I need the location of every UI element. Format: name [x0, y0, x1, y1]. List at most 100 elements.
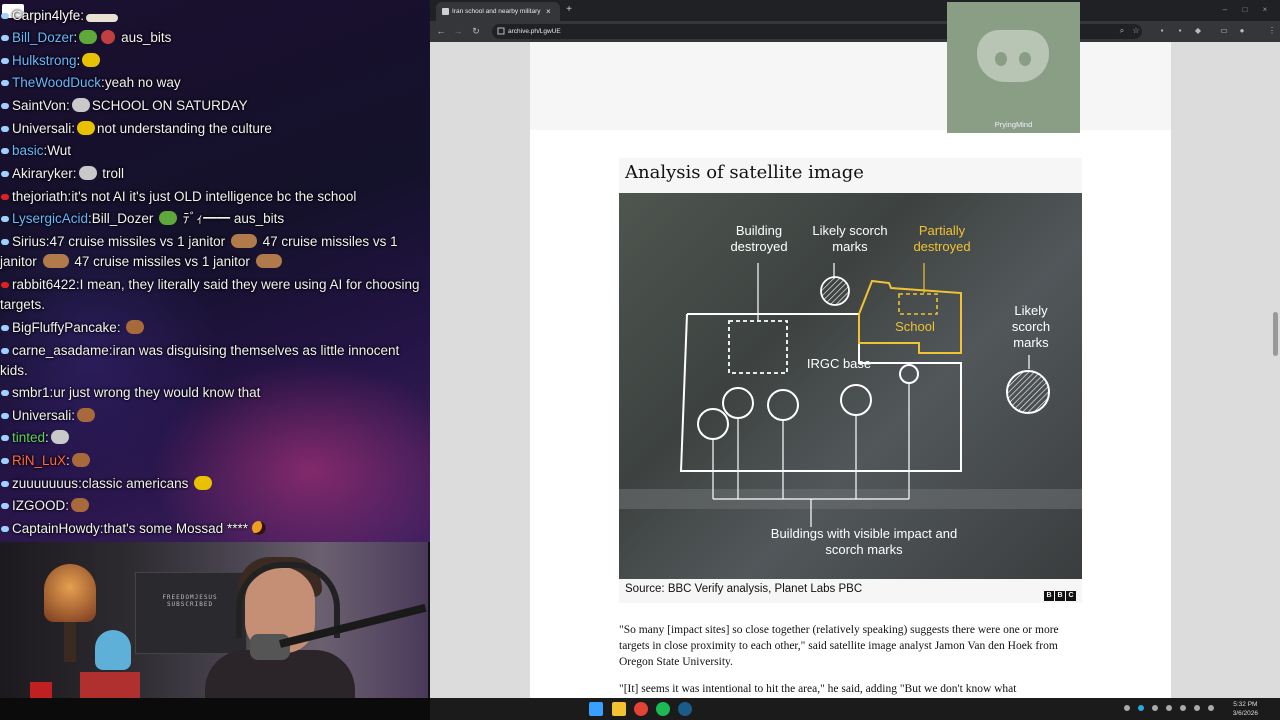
windows-taskbar: 5:32 PM 3/6/2026 [0, 698, 1280, 720]
taskbar-left-area [0, 698, 430, 720]
menu-dots-icon[interactable]: ⋮ [1266, 25, 1278, 37]
discord-user-name: PryingMind [994, 120, 1033, 129]
chat-text: classic americans [81, 476, 189, 491]
emote-icon [77, 121, 96, 135]
chat-message: tinted: [0, 428, 428, 448]
emote-icon [71, 453, 90, 467]
back-arrow-icon[interactable]: ← [435, 25, 447, 37]
volume-icon[interactable] [1208, 705, 1214, 711]
chat-message: BigFluffyPancake: [0, 318, 428, 338]
chat-username: Bill_Dozer [12, 30, 74, 45]
chat-text: troll [102, 166, 125, 181]
scorch-marker [1006, 370, 1050, 414]
chat-badge-icon [1, 193, 9, 200]
chat-username: tinted [12, 430, 46, 445]
profile-icon[interactable]: ● [1236, 25, 1248, 37]
chat-username: CaptainHowdy [12, 521, 100, 536]
webcam-feed: FREEDOMJESUS SUBSCRIBED [0, 542, 428, 698]
steam-icon[interactable] [678, 702, 692, 716]
tab-title: Iran school and nearby military [452, 8, 541, 15]
tray-icon[interactable] [1124, 705, 1130, 711]
chat-text: 47 cruise missiles vs 1 janitor [49, 234, 226, 249]
wifi-icon[interactable] [1194, 705, 1200, 711]
partially-destroyed-box [898, 293, 938, 315]
impact-marker [697, 408, 729, 440]
discord-logo-eye [1019, 52, 1031, 66]
chat-badge-icon [1, 412, 9, 419]
chat-username: Universali [12, 121, 72, 136]
bbc-logo-letter: B [1044, 591, 1054, 601]
reload-icon[interactable]: ↻ [470, 25, 482, 37]
emote-icon [71, 98, 90, 112]
address-toolbar: ← → ↻ archive.ph/LgwUE ⌕ ☆ ▪ ▪ ◆ ▭ ● ⋮ [430, 21, 1280, 42]
chat-message: LysergicAcid:Bill_Dozer ﾃﾞｨ━━ aus_bits [0, 209, 428, 229]
impact-marker [840, 384, 872, 416]
chat-badge-icon [1, 12, 9, 19]
discord-overlay: PryingMind [947, 2, 1080, 133]
tray-icon[interactable] [1152, 705, 1158, 711]
extension-icon[interactable]: ▪ [1156, 25, 1168, 37]
chat-text: 47 cruise missiles vs 1 janitor [74, 254, 250, 269]
minimize-button[interactable]: – [1220, 5, 1230, 15]
url-text[interactable]: archive.ph/LgwUE [508, 24, 561, 39]
sidebar-icon[interactable]: ▭ [1218, 25, 1230, 37]
emote-icon [255, 254, 282, 268]
chat-badge-icon [1, 347, 9, 354]
chat-username: Hulkstrong [12, 53, 77, 68]
article-paragraph: "[It] seems it was intentional to hit th… [619, 683, 1017, 695]
windows-start-icon[interactable] [589, 702, 603, 716]
chat-text: ur just wrong they would know that [53, 385, 261, 400]
emote-icon [159, 211, 178, 225]
chat-badge-icon [1, 238, 9, 245]
toy-figure [95, 630, 131, 670]
figure-source: Source: BBC Verify analysis, Planet Labs… [625, 583, 863, 595]
extensions-puzzle-icon[interactable]: ◆ [1192, 25, 1204, 37]
spotify-icon[interactable] [656, 702, 670, 716]
maximize-button[interactable]: □ [1240, 5, 1250, 15]
emote-icon [50, 430, 69, 444]
chat-username: Sirius [12, 234, 46, 249]
close-window-button[interactable]: × [1260, 5, 1270, 15]
tab-bar: Iran school and nearby military × + – □ … [430, 0, 1280, 21]
chat-message: Bill_Dozer: aus_bits [0, 28, 428, 48]
chat-message: rabbit6422:I mean, they literally said t… [0, 277, 420, 312]
label-likely-scorch-marks: Likely scorch marks [1011, 303, 1051, 350]
chat-badge-icon [1, 434, 9, 441]
chat-badge-icon [1, 502, 9, 509]
chat-badge-icon [1, 147, 9, 154]
browser-tab[interactable]: Iran school and nearby military × [436, 2, 560, 21]
forward-arrow-icon[interactable]: → [452, 25, 464, 37]
zoom-icon[interactable]: ⌕ [1116, 25, 1128, 37]
chat-username: basic [12, 143, 44, 158]
chat-username: smbr1 [12, 385, 50, 400]
chat-message: Akiraryker: troll [0, 164, 428, 184]
chat-username: rabbit6422 [12, 277, 76, 292]
tab-close-icon[interactable]: × [546, 2, 551, 21]
new-tab-button[interactable]: + [562, 3, 576, 17]
emote-icon [101, 30, 116, 44]
chat-username: Universali [12, 408, 72, 423]
tray-icon[interactable] [1166, 705, 1172, 711]
chat-text: that's some Mossad **** [103, 521, 248, 536]
extension-icon[interactable]: ▪ [1174, 25, 1186, 37]
chat-text: aus_bits [121, 30, 172, 45]
chat-badge-icon [1, 102, 9, 109]
file-explorer-icon[interactable] [612, 702, 626, 716]
taskbar-clock[interactable]: 5:32 PM 3/6/2026 [1233, 700, 1258, 718]
impact-marker [722, 387, 754, 419]
emote-icon [126, 320, 145, 334]
bookmark-star-icon[interactable]: ☆ [1130, 25, 1142, 37]
clock-date: 3/6/2026 [1232, 710, 1258, 717]
chat-username: thejoriath [12, 189, 68, 204]
emote-icon [251, 521, 266, 535]
tray-icon[interactable] [1180, 705, 1186, 711]
tray-icon[interactable] [1138, 705, 1144, 711]
emote-icon [77, 408, 96, 422]
shelf-sign: FREEDOMJESUS SUBSCRIBED [162, 594, 218, 608]
chat-message: basic:Wut [0, 141, 428, 161]
chrome-icon[interactable] [634, 702, 648, 716]
chat-badge-icon [1, 281, 9, 288]
page-scrollbar[interactable] [1273, 312, 1278, 356]
chat-badge-icon [1, 34, 9, 41]
site-info-icon[interactable] [497, 27, 505, 35]
